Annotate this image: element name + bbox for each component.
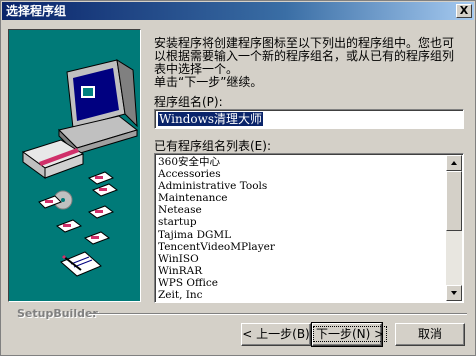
list-item[interactable]: Tajima DGML xyxy=(158,229,443,241)
list-item[interactable]: TencentVideoMPlayer xyxy=(158,241,443,253)
setup-dialog: 选择程序组 X 安装程序将创建程序图标至以下列出的程序组中。您也可 以根据需要输… xyxy=(0,0,476,356)
list-item[interactable]: Netease xyxy=(158,204,443,216)
arrow-down-icon xyxy=(451,291,457,295)
program-group-value: Windows清理大师 xyxy=(158,112,264,126)
list-item[interactable]: WinISO xyxy=(158,253,443,265)
list-item[interactable]: Accessories xyxy=(158,168,443,180)
list-item[interactable]: Zeit, Inc xyxy=(158,289,443,301)
setup-illustration xyxy=(8,29,141,302)
setupbuilder-brand: SetupBuilder xyxy=(17,307,98,320)
computer-illustration xyxy=(21,59,139,277)
back-button[interactable]: < 上一步(B) xyxy=(241,323,311,346)
title-bar[interactable]: 选择程序组 X xyxy=(2,2,474,20)
scroll-down-button[interactable] xyxy=(446,285,462,301)
list-item[interactable]: 360安全中心 xyxy=(158,156,443,168)
list-item[interactable]: Administrative Tools xyxy=(158,180,443,192)
next-button[interactable]: 下一步(N) > xyxy=(311,322,388,347)
list-items: 360安全中心 Accessories Administrative Tools… xyxy=(158,156,443,301)
list-item[interactable]: WPS Office xyxy=(158,277,443,289)
list-item[interactable]: WinRAR xyxy=(158,265,443,277)
list-item[interactable]: Maintenance xyxy=(158,192,443,204)
list-item[interactable]: startup xyxy=(158,216,443,228)
close-button[interactable]: X xyxy=(456,4,472,18)
program-group-input[interactable]: Windows清理大师 xyxy=(154,109,464,129)
intro-text: 安装程序将创建程序图标至以下列出的程序组中。您也可 以根据需要输入一个新的程序组… xyxy=(154,37,466,89)
footer-separator xyxy=(89,313,467,315)
existing-groups-list[interactable]: 360安全中心 Accessories Administrative Tools… xyxy=(154,153,464,303)
existing-groups-label: 已有程序组名列表(E): xyxy=(154,139,271,153)
scroll-up-button[interactable] xyxy=(446,155,462,171)
list-scrollbar[interactable] xyxy=(446,155,462,301)
scroll-thumb[interactable] xyxy=(446,171,462,231)
cancel-button[interactable]: 取消 xyxy=(395,323,465,346)
program-group-label: 程序组名(P): xyxy=(154,95,223,109)
arrow-up-icon xyxy=(451,161,457,165)
window-title: 选择程序组 xyxy=(6,4,67,18)
close-icon: X xyxy=(459,4,469,17)
next-button-label: 下一步(N) > xyxy=(313,326,388,342)
intro-line: 单击“下一步”继续。 xyxy=(154,75,263,89)
